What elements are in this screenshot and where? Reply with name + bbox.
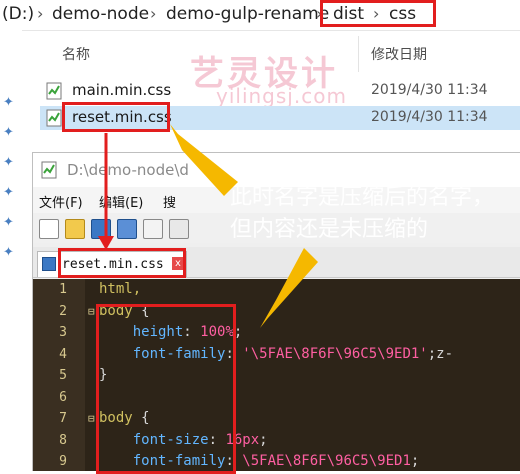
yellow-arrow-lower xyxy=(260,248,318,328)
annotation-arrows xyxy=(98,124,318,328)
red-arrow-head xyxy=(98,236,114,250)
yellow-arrow-upper xyxy=(170,124,238,196)
